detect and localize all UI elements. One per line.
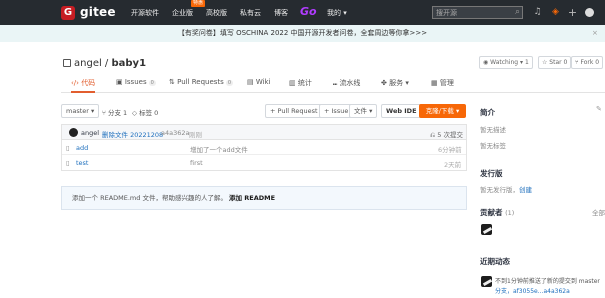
top-navbar: G gitee 开源软件 企业版 特惠 高校版 私有云 博客 Go 我的 ▾ 搜… (0, 0, 605, 25)
nav-item-mine[interactable]: 我的 ▾ (327, 8, 347, 18)
intro-tags: 暂无标签 (480, 142, 506, 150)
hot-badge: 特惠 (191, 0, 206, 7)
activity-text-line2[interactable]: 分支，af3055e...a4a362a (495, 286, 570, 295)
contributor-avatar[interactable] (481, 224, 492, 235)
star-button[interactable]: ☆ Star 0 (538, 56, 572, 69)
readme-prompt-text: 添加一个 README.md 文件，帮助感兴趣的人了解。 (72, 194, 227, 202)
add-readme-link[interactable]: 添加 README (229, 194, 275, 202)
repo-name[interactable]: baby1 (111, 58, 146, 69)
activity-avatar[interactable] (481, 276, 492, 287)
file-name[interactable]: test (76, 159, 88, 167)
commit-time: 刚刚 (189, 131, 202, 139)
file-icon: ▯ (66, 159, 70, 167)
file-commit-message[interactable]: 增加了一个add文件 (190, 144, 248, 154)
brand-name[interactable]: gitee (80, 5, 116, 19)
gem-icon[interactable]: ◈ (550, 7, 561, 18)
close-icon[interactable]: × (592, 25, 598, 42)
intro-description: 暂无描述 (480, 126, 506, 134)
bell-icon[interactable]: ♫ (532, 7, 543, 18)
file-icon: ▯ (66, 144, 70, 152)
nav-item-enterprise[interactable]: 企业版 (172, 8, 193, 18)
readme-prompt: 添加一个 README.md 文件，帮助感兴趣的人了解。 添加 README (61, 186, 467, 210)
tab-issues[interactable]: ▣ Issues 0 (116, 78, 156, 86)
commit-message[interactable]: 删除文件 20221208 (102, 129, 163, 139)
release-text: 暂无发行版，创建 (480, 186, 532, 194)
file-row[interactable]: ▯ add 增加了一个add文件 6分钟前 (62, 140, 466, 155)
tab-stats[interactable]: ▥ 统计 (289, 78, 312, 88)
file-commit-message[interactable]: first (190, 159, 203, 167)
search-input[interactable]: 搜开源 (432, 6, 523, 19)
nav-item-open-source[interactable]: 开源软件 (131, 8, 159, 18)
nav-item-blog[interactable]: 博客 (274, 8, 288, 18)
clone-download-button[interactable]: 克隆/下载 ▾ (419, 104, 466, 118)
go-logo[interactable]: Go (300, 5, 317, 18)
user-avatar[interactable] (585, 8, 594, 17)
release-heading: 发行版 (480, 169, 503, 178)
tab-pipeline[interactable]: ⑉ 流水线 (333, 78, 360, 88)
plus-icon[interactable]: + (567, 7, 578, 18)
contributors-heading: 贡献者 (1) (480, 208, 515, 217)
commit-hash[interactable]: a4a362a (161, 129, 190, 137)
commit-count[interactable]: ⎌ 5 次提交 (430, 129, 463, 140)
file-row[interactable]: ▯ test first 2天前 (62, 155, 466, 170)
edit-icon[interactable]: ✎ (596, 105, 602, 113)
tab-code[interactable]: ‹/› 代码 (71, 78, 96, 93)
repo-title: angel / baby1 (63, 58, 146, 69)
intro-heading: 简介 (480, 108, 495, 117)
tab-wiki[interactable]: ▤ Wiki (247, 78, 271, 86)
tags-link[interactable]: ◇ 标签 0 (132, 107, 158, 117)
lock-icon (63, 59, 71, 67)
search-icon[interactable]: ⌕ (512, 7, 523, 18)
nav-item-private-cloud[interactable]: 私有云 (240, 8, 261, 18)
contributors-all-link[interactable]: 全部 (592, 207, 605, 217)
file-time: 6分钟前 (438, 146, 462, 154)
author-avatar[interactable] (69, 128, 78, 137)
file-table: angel 删除文件 20221208 a4a362a 刚刚 ⎌ 5 次提交 ▯… (61, 124, 467, 171)
nav-item-university[interactable]: 高校版 (206, 8, 227, 18)
file-name[interactable]: add (76, 144, 88, 152)
activity-heading: 近期动态 (480, 257, 510, 266)
activity-text-line1: 不到1分钟前推送了新的提交到 master (495, 278, 600, 285)
commit-author[interactable]: angel (81, 129, 99, 137)
file-time: 2天前 (444, 161, 462, 169)
latest-commit-row: angel 删除文件 20221208 a4a362a 刚刚 ⎌ 5 次提交 (62, 125, 466, 140)
repo-owner[interactable]: angel (74, 58, 102, 69)
watch-button[interactable]: ◉ Watching ▾ 1 (479, 56, 533, 69)
banner-text[interactable]: 【有奖问卷】填写 OSCHINA 2022 中国开源开发者问卷，全套周边等你拿>… (178, 29, 427, 37)
tab-pull-requests[interactable]: ⇅ Pull Requests 0 (169, 78, 234, 86)
fork-button[interactable]: ⑂ Fork 0 (571, 56, 604, 69)
tab-manage[interactable]: ▦ 管理 (431, 78, 454, 88)
gitee-logo-icon[interactable]: G (61, 6, 75, 20)
create-release-link[interactable]: 创建 (519, 186, 532, 194)
repo-tabs: ‹/› 代码 ▣ Issues 0 ⇅ Pull Requests 0 ▤ Wiki… (61, 75, 605, 93)
tab-services[interactable]: ✤ 服务 ▾ (381, 78, 409, 88)
branch-select[interactable]: master ▾ (61, 104, 100, 118)
file-dropdown[interactable]: 文件 ▾ (349, 104, 378, 118)
announcement-banner[interactable]: 【有奖问卷】填写 OSCHINA 2022 中国开源开发者问卷，全套周边等你拿>… (0, 25, 605, 42)
branches-link[interactable]: ⑂ 分支 1 (102, 107, 127, 117)
webide-button[interactable]: Web IDE (381, 104, 422, 118)
pull-request-button[interactable]: + Pull Request (265, 104, 323, 118)
